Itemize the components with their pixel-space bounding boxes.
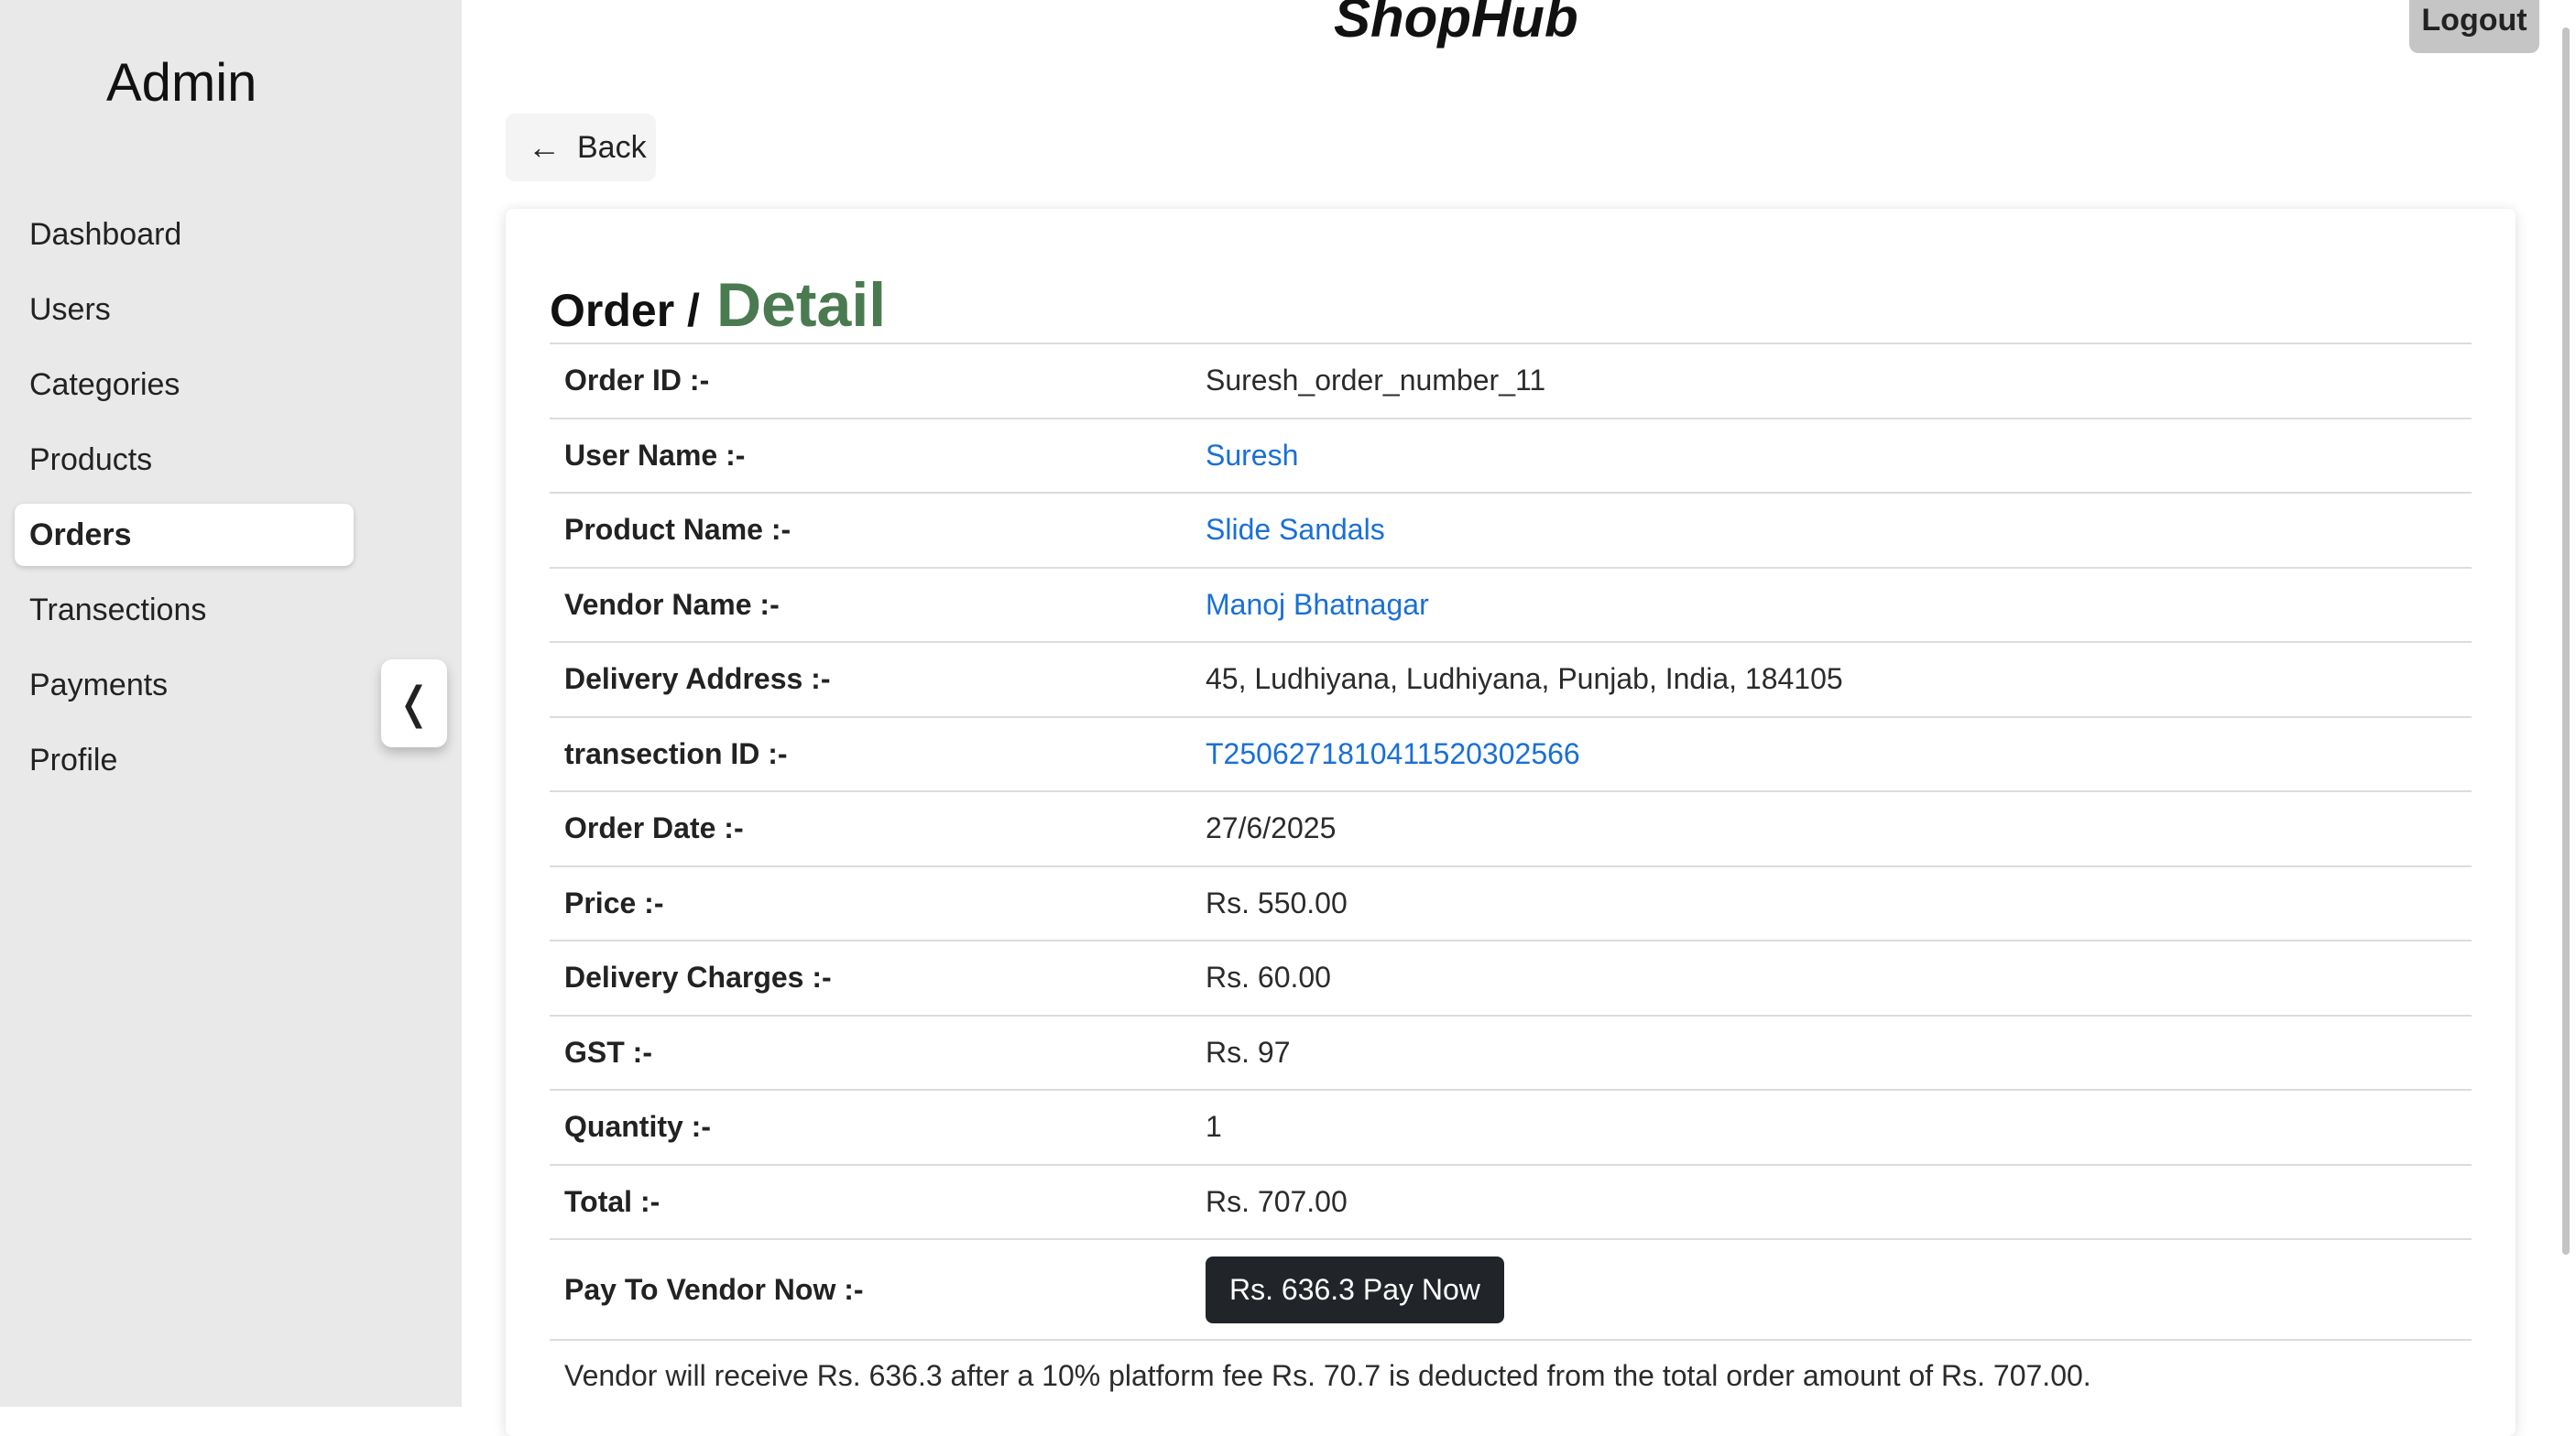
back-button[interactable]: ← Back xyxy=(506,114,656,181)
row-label: Quantity :- xyxy=(564,1110,711,1144)
row-label: User Name :- xyxy=(564,438,746,472)
table-row: Product Name :- Slide Sandals xyxy=(550,493,2472,568)
table-row: Vendor Name :- Manoj Bhatnagar xyxy=(550,567,2472,643)
sidebar-item-profile[interactable]: Profile xyxy=(15,729,354,791)
order-id-value: Suresh_order_number_11 xyxy=(1206,364,1546,397)
back-label: Back xyxy=(577,129,647,165)
row-label: Total :- xyxy=(564,1184,660,1218)
row-label: Vendor Name :- xyxy=(564,587,780,621)
product-name-link[interactable]: Slide Sandals xyxy=(1191,493,2472,568)
transection-id-link[interactable]: T2506271810411520302566 xyxy=(1191,717,2472,792)
table-row: Order ID :- Suresh_order_number_11 xyxy=(550,343,2472,419)
row-label: Delivery Charges :- xyxy=(564,961,832,995)
sidebar-item-categories[interactable]: Categories xyxy=(15,354,354,416)
page-title-main: Order / xyxy=(550,285,700,336)
table-row: Order Date :- 27/6/2025 xyxy=(550,791,2472,866)
sidebar-brand: Admin xyxy=(106,53,257,113)
order-date-value: 27/6/2025 xyxy=(1206,811,1337,845)
delivery-charges-value: Rs. 60.00 xyxy=(1206,961,1331,995)
sidebar-collapse-button[interactable]: ❬ xyxy=(381,659,447,747)
row-label: Product Name :- xyxy=(564,513,791,547)
price-value: Rs. 550.00 xyxy=(1206,886,1348,919)
arrow-left-icon: ← xyxy=(528,128,561,166)
table-row: User Name :- Suresh xyxy=(550,418,2472,494)
scrollbar-thumb[interactable] xyxy=(2562,27,2570,1255)
table-row: Quantity :- 1 xyxy=(550,1090,2472,1165)
app-title: ShopHub xyxy=(1334,0,1578,49)
table-row: Total :- Rs. 707.00 xyxy=(550,1164,2472,1240)
sidebar-nav: Dashboard Users Categories Products Orde… xyxy=(15,203,354,804)
row-label: Order ID :- xyxy=(564,364,710,397)
row-label: Order Date :- xyxy=(564,811,744,845)
vendor-name-link[interactable]: Manoj Bhatnagar xyxy=(1191,568,2472,643)
page-title: Order / Detail xyxy=(550,269,886,341)
chevron-left-icon: ❬ xyxy=(395,680,433,728)
table-row: Delivery Address :- 45, Ludhiyana, Ludhi… xyxy=(550,642,2472,717)
gst-value: Rs. 97 xyxy=(1206,1035,1291,1069)
logout-button[interactable]: Logout xyxy=(2409,0,2539,53)
row-label: Price :- xyxy=(564,886,664,919)
sidebar-item-products[interactable]: Products xyxy=(15,429,354,491)
pay-row: Pay To Vendor Now :- Rs. 636.3 Pay Now xyxy=(550,1239,2472,1340)
order-detail-card: Order / Detail Order ID :- Suresh_order_… xyxy=(506,209,2516,1436)
table-row: Delivery Charges :- Rs. 60.00 xyxy=(550,941,2472,1016)
sidebar: Admin Dashboard Users Categories Product… xyxy=(0,0,462,1407)
delivery-address-value: 45, Ludhiyana, Ludhiyana, Punjab, India,… xyxy=(1206,662,1843,696)
row-label: GST :- xyxy=(564,1035,652,1069)
total-value: Rs. 707.00 xyxy=(1206,1184,1348,1218)
sidebar-item-dashboard[interactable]: Dashboard xyxy=(15,203,354,266)
row-label: transection ID :- xyxy=(564,736,788,770)
sidebar-item-users[interactable]: Users xyxy=(15,278,354,341)
page-title-sub: Detail xyxy=(715,270,887,340)
quantity-value: 1 xyxy=(1206,1110,1222,1144)
table-row: transection ID :- T250627181041152030256… xyxy=(550,716,2472,792)
sidebar-item-transections[interactable]: Transections xyxy=(15,579,354,641)
table-row: Price :- Rs. 550.00 xyxy=(550,865,2472,941)
user-name-link[interactable]: Suresh xyxy=(1191,419,2472,494)
sidebar-item-payments[interactable]: Payments xyxy=(15,654,354,716)
order-detail-table: Order ID :- Suresh_order_number_11 User … xyxy=(550,343,2472,1340)
row-label: Delivery Address :- xyxy=(564,662,831,696)
pay-label: Pay To Vendor Now :- xyxy=(564,1273,864,1306)
pay-cell: Rs. 636.3 Pay Now xyxy=(1191,1239,2472,1340)
pay-now-button[interactable]: Rs. 636.3 Pay Now xyxy=(1206,1256,1504,1323)
sidebar-item-orders[interactable]: Orders xyxy=(15,504,354,566)
payout-note: Vendor will receive Rs. 636.3 after a 10… xyxy=(550,1339,2472,1411)
table-row: GST :- Rs. 97 xyxy=(550,1015,2472,1091)
